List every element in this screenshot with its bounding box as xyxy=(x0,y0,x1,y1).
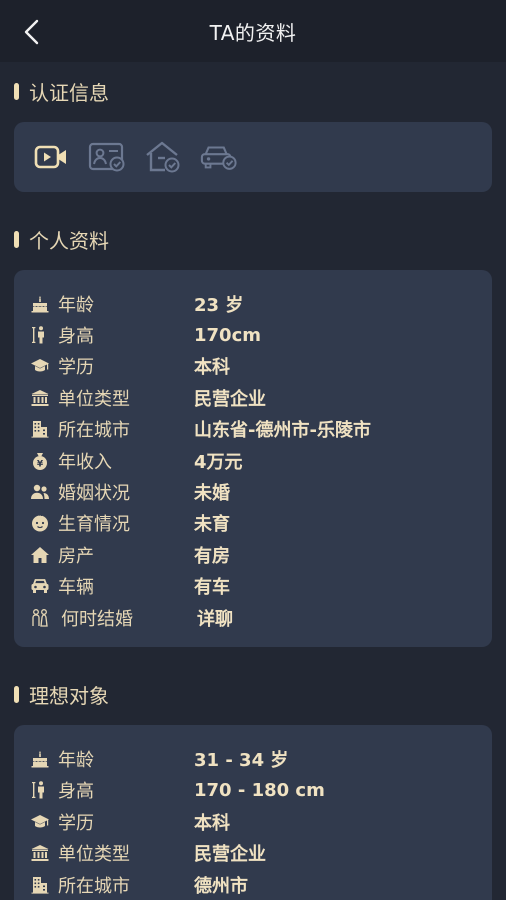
bride-groom-icon xyxy=(30,608,50,628)
row-value: 170 - 180 cm xyxy=(194,779,325,801)
row-city: 所在城市 山东省-德州市-乐陵市 xyxy=(14,414,492,445)
row-value: 未婚 xyxy=(194,483,230,505)
row-income: 年收入 4万元 xyxy=(14,445,492,476)
row-label: 婚姻状况 xyxy=(58,483,130,505)
city-icon xyxy=(30,419,50,439)
row-value: 170cm xyxy=(194,324,261,346)
row-value: 详聊 xyxy=(197,608,233,630)
ideal-title: 理想对象 xyxy=(29,683,109,708)
row-label: 生育情况 xyxy=(58,514,130,536)
row-value: 23 岁 xyxy=(194,294,244,316)
money-bag-icon xyxy=(30,451,50,471)
row-label: 所在城市 xyxy=(58,875,130,897)
row-marriage-plan: 何时结婚 详聊 xyxy=(14,602,492,633)
row-label: 何时结婚 xyxy=(61,608,133,630)
couple-icon xyxy=(30,482,50,502)
row-age: 年龄 31 - 34 岁 xyxy=(14,743,492,774)
height-icon xyxy=(30,325,50,345)
row-value: 有车 xyxy=(194,577,230,599)
row-label: 房产 xyxy=(58,545,94,567)
row-value: 4万元 xyxy=(194,451,243,473)
personal-info-card: 年龄 23 岁 身高 170cm 学历 本科 单位类型 民营企业 所在城市 山东… xyxy=(14,270,492,648)
back-button[interactable] xyxy=(18,18,44,46)
row-marital-status: 婚姻状况 未婚 xyxy=(14,476,492,507)
row-city: 所在城市 德州市 xyxy=(14,869,492,900)
row-height: 身高 170cm xyxy=(14,319,492,350)
row-employer-type: 单位类型 民营企业 xyxy=(14,837,492,868)
house-verify-icon[interactable] xyxy=(144,139,182,175)
row-children: 生育情况 未育 xyxy=(14,508,492,539)
row-education: 学历 本科 xyxy=(14,351,492,382)
baby-face-icon xyxy=(30,513,50,533)
chevron-left-icon xyxy=(24,19,39,45)
building-columns-icon xyxy=(30,843,50,863)
row-label: 身高 xyxy=(58,781,94,803)
cake-icon xyxy=(30,749,50,769)
row-label: 学历 xyxy=(58,357,94,379)
row-value: 本科 xyxy=(194,357,230,379)
row-value: 民营企业 xyxy=(194,388,266,410)
row-value: 未育 xyxy=(194,514,230,536)
row-education: 学历 本科 xyxy=(14,806,492,837)
building-columns-icon xyxy=(30,388,50,408)
section-marker xyxy=(14,230,19,248)
row-value: 德州市 xyxy=(194,875,248,897)
row-label: 年收入 xyxy=(58,451,112,473)
top-bar: TA的资料 xyxy=(0,0,506,62)
city-icon xyxy=(30,875,50,895)
row-label: 单位类型 xyxy=(58,388,130,410)
row-label: 身高 xyxy=(58,326,94,348)
row-value: 民营企业 xyxy=(194,844,266,866)
row-value: 本科 xyxy=(194,812,230,834)
page-title: TA的资料 xyxy=(209,20,297,45)
row-label: 车辆 xyxy=(58,577,94,599)
house-icon xyxy=(30,545,50,565)
row-label: 单位类型 xyxy=(58,844,130,866)
row-label: 学历 xyxy=(58,812,94,834)
section-title-personal: 个人资料 xyxy=(0,224,506,254)
row-property: 房产 有房 xyxy=(14,539,492,570)
row-label: 所在城市 xyxy=(58,420,130,442)
row-vehicle: 车辆 有车 xyxy=(14,571,492,602)
certification-card xyxy=(14,122,492,192)
section-marker xyxy=(14,82,19,100)
row-age: 年龄 23 岁 xyxy=(14,288,492,319)
cake-icon xyxy=(30,294,50,314)
section-marker xyxy=(14,685,19,703)
graduation-cap-icon xyxy=(30,356,50,376)
row-label: 年龄 xyxy=(58,749,94,771)
row-employer-type: 单位类型 民营企业 xyxy=(14,382,492,413)
section-title-ideal: 理想对象 xyxy=(0,679,506,709)
row-value: 有房 xyxy=(194,545,230,567)
row-value: 山东省-德州市-乐陵市 xyxy=(194,420,371,442)
video-verify-icon[interactable] xyxy=(32,139,70,175)
car-icon xyxy=(30,576,50,596)
graduation-cap-icon xyxy=(30,812,50,832)
certification-title: 认证信息 xyxy=(29,80,109,105)
row-label: 年龄 xyxy=(58,294,94,316)
row-value: 31 - 34 岁 xyxy=(194,749,289,771)
row-height: 身高 170 - 180 cm xyxy=(14,775,492,806)
personal-title: 个人资料 xyxy=(29,228,109,253)
height-icon xyxy=(30,780,50,800)
id-card-verify-icon[interactable] xyxy=(88,139,126,175)
section-title-certification: 认证信息 xyxy=(0,76,506,106)
ideal-partner-card: 年龄 31 - 34 岁 身高 170 - 180 cm 学历 本科 单位类型 … xyxy=(14,725,492,900)
car-verify-icon[interactable] xyxy=(200,139,238,175)
